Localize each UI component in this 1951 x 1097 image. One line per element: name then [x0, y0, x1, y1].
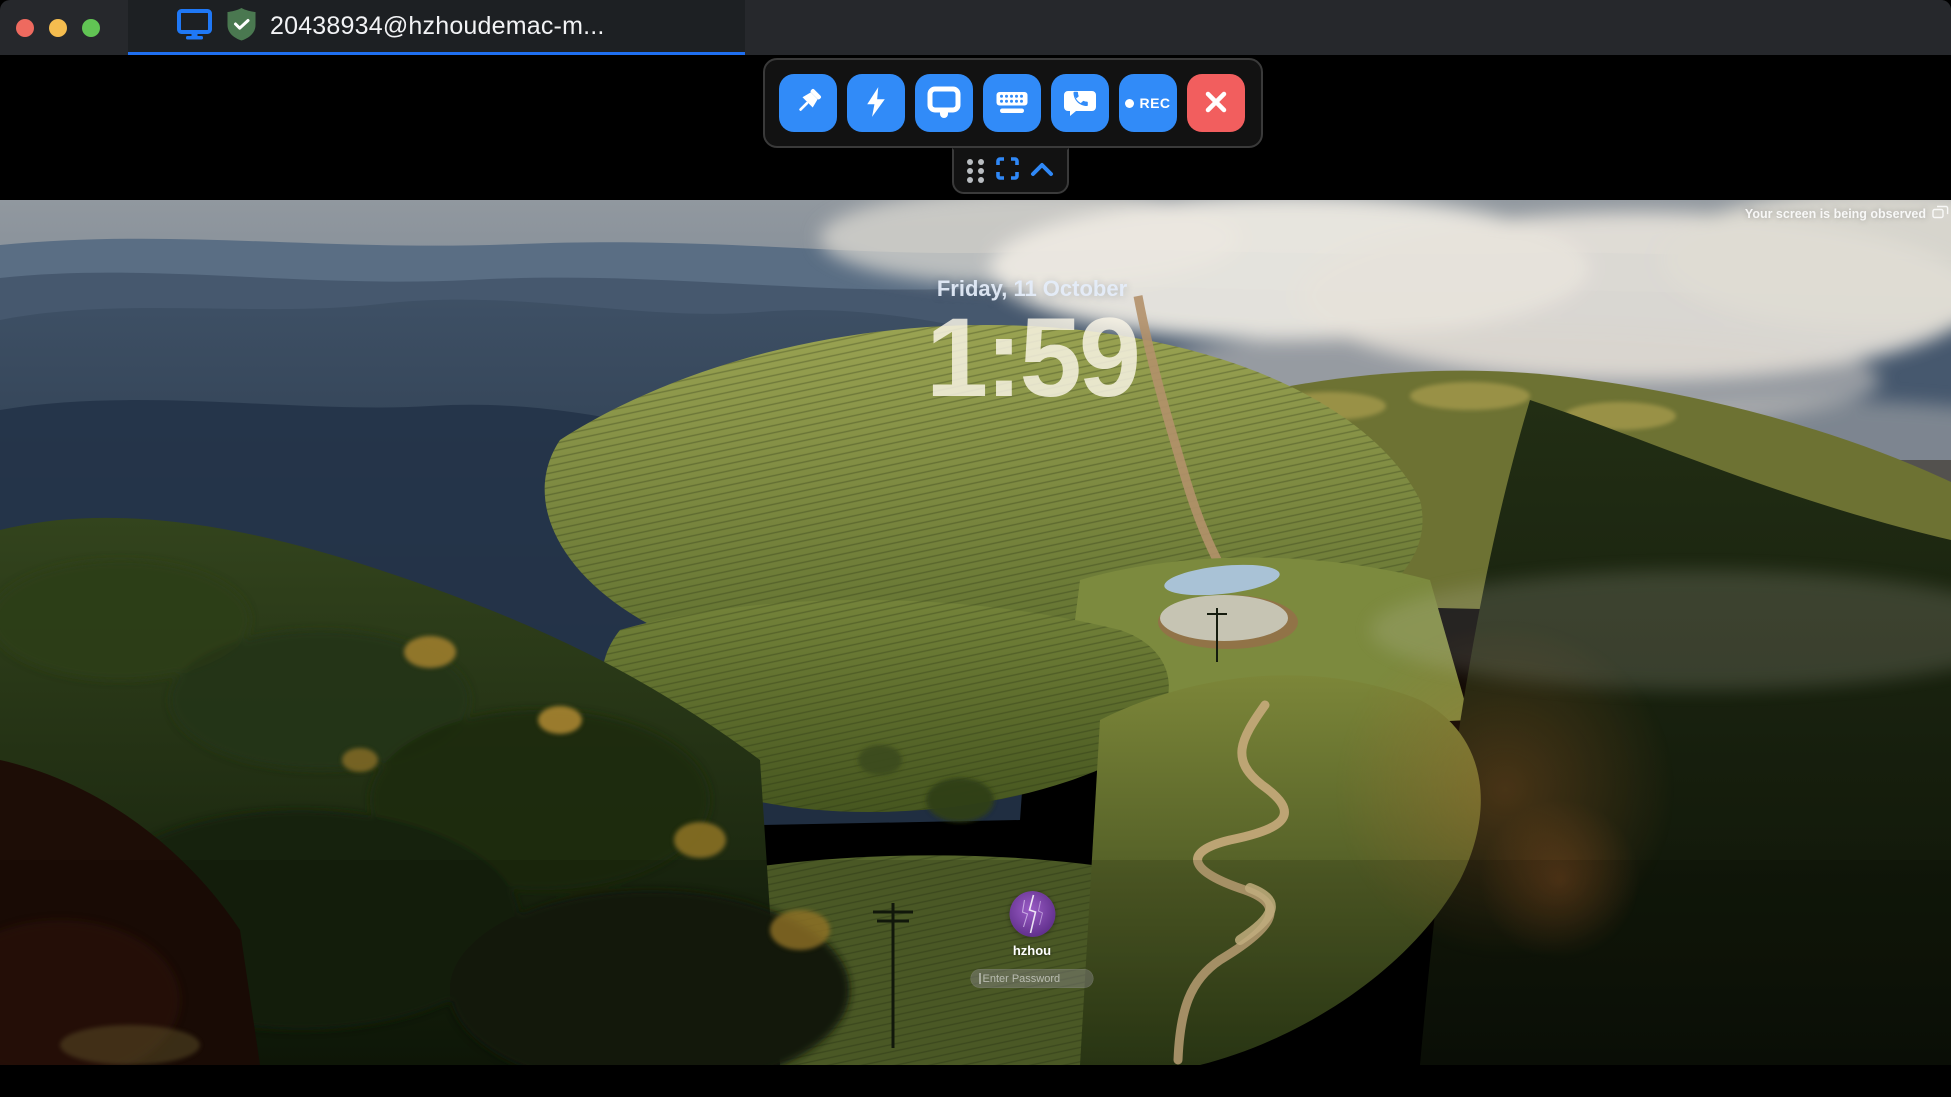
lockscreen-clock: Friday, 11 October 1:59 [732, 276, 1332, 409]
observed-notice: Your screen is being observed [1745, 205, 1949, 222]
pin-button[interactable] [779, 74, 837, 132]
mini-toolbar [952, 148, 1069, 194]
password-field[interactable] [971, 969, 1094, 988]
close-window-button[interactable] [16, 19, 34, 37]
remote-desktop-window: 20438934@hzhoudemac-m... [0, 0, 1951, 1097]
login-panel: hzhou [971, 891, 1094, 988]
lightning-icon [859, 85, 893, 122]
voice-call-button[interactable] [1051, 74, 1109, 132]
tab-title: 20438934@hzhoudemac-m... [270, 12, 605, 41]
text-caret [980, 973, 981, 984]
phone-chat-icon [1062, 84, 1098, 123]
rec-icon [1125, 99, 1134, 108]
lockscreen-time: 1:59 [732, 306, 1332, 409]
session-tab[interactable]: 20438934@hzhoudemac-m... [128, 0, 745, 55]
session-stage: REC [0, 55, 1951, 1097]
screen-mirroring-icon [1932, 205, 1949, 222]
tabbar-empty-space [745, 0, 1951, 55]
observed-notice-text: Your screen is being observed [1745, 207, 1926, 221]
titlebar: 20438934@hzhoudemac-m... [0, 0, 1951, 55]
rec-label: REC [1139, 95, 1170, 111]
drag-dots-icon[interactable] [967, 159, 984, 183]
username-label: hzhou [1013, 943, 1051, 958]
close-icon [1201, 87, 1231, 120]
monitor-icon [925, 83, 963, 124]
monitor-icon [176, 8, 213, 45]
record-button[interactable]: REC [1119, 74, 1177, 132]
session-toolbar: REC [763, 58, 1263, 148]
traffic-lights [0, 0, 128, 55]
close-session-button[interactable] [1187, 74, 1245, 132]
fullscreen-icon[interactable] [995, 156, 1020, 186]
password-input[interactable] [983, 973, 1085, 985]
zoom-window-button[interactable] [82, 19, 100, 37]
chevron-up-icon[interactable] [1030, 161, 1054, 182]
performance-button[interactable] [847, 74, 905, 132]
keyboard-button[interactable] [983, 74, 1041, 132]
display-button[interactable] [915, 74, 973, 132]
pin-icon [791, 85, 825, 122]
keyboard-icon [993, 83, 1031, 124]
shield-check-icon [226, 7, 257, 46]
avatar[interactable] [1009, 891, 1055, 937]
remote-screen: Your screen is being observed Friday, 11… [0, 200, 1951, 1065]
minimize-window-button[interactable] [49, 19, 67, 37]
